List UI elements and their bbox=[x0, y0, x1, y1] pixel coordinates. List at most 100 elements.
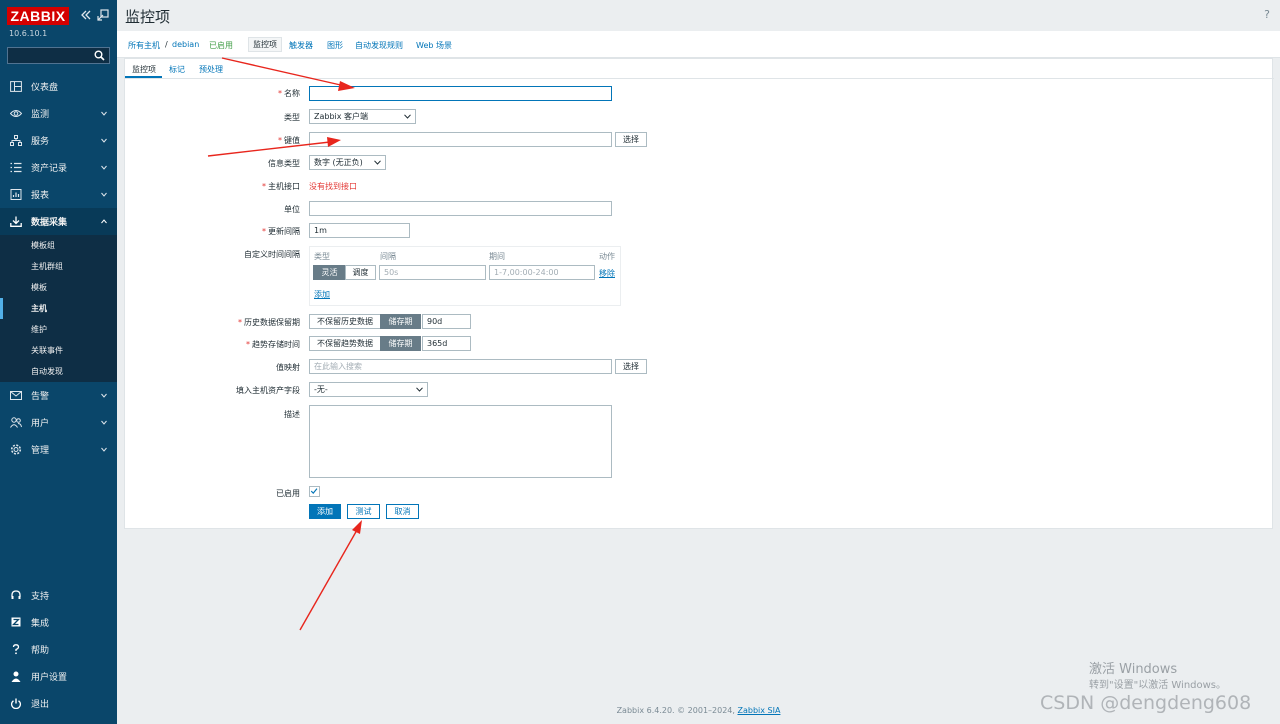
ci-col-period: 期间 bbox=[489, 252, 505, 261]
menu-item-users[interactable]: 用户 bbox=[0, 409, 117, 436]
submenu-maintenance[interactable]: 维护 bbox=[0, 319, 117, 340]
value-mapping-select-button[interactable]: 选择 bbox=[615, 359, 647, 374]
chevron-down-icon bbox=[416, 387, 423, 392]
dashboard-icon bbox=[10, 81, 22, 92]
cancel-button[interactable]: 取消 bbox=[386, 504, 419, 519]
users-icon bbox=[10, 417, 22, 428]
question-icon bbox=[12, 644, 20, 655]
enabled-checkbox[interactable] bbox=[309, 486, 320, 497]
menu-item-sign-out[interactable]: 退出 bbox=[0, 690, 117, 717]
ci-flexible-toggle[interactable]: 灵活 bbox=[313, 265, 346, 280]
submenu-hosts[interactable]: 主机 bbox=[0, 298, 117, 319]
tab-graphs[interactable]: 图形 bbox=[327, 40, 343, 51]
csdn-watermark: CSDN @dengdeng608 bbox=[1040, 692, 1252, 714]
menu-label: 数据采集 bbox=[31, 218, 68, 228]
power-icon bbox=[10, 698, 22, 709]
submenu-templates[interactable]: 模板 bbox=[0, 277, 117, 298]
submenu-host-groups[interactable]: 主机群组 bbox=[0, 256, 117, 277]
value-mapping-input[interactable]: 在此输入搜索 bbox=[309, 359, 612, 374]
footer-text: Zabbix 6.4.20. © 2001–2024, bbox=[616, 706, 735, 715]
submenu-template-groups[interactable]: 模板组 bbox=[0, 235, 117, 256]
chevron-up-icon bbox=[101, 219, 107, 224]
tab-web-scenarios[interactable]: Web 场景 bbox=[416, 40, 452, 51]
search-icon[interactable] bbox=[94, 50, 105, 61]
arrow-to-test-button bbox=[299, 520, 362, 631]
kiosk-mode-icon[interactable] bbox=[97, 9, 109, 21]
footer-link[interactable]: Zabbix SIA bbox=[737, 706, 780, 715]
history-period-input[interactable]: 90d bbox=[422, 314, 471, 329]
menu-item-data-collection[interactable]: 数据采集 bbox=[0, 208, 117, 235]
ci-col-type: 类型 bbox=[314, 252, 330, 261]
services-icon bbox=[10, 135, 22, 146]
trends-label: * 趋势存储时间 bbox=[246, 340, 300, 349]
menu-item-alerts[interactable]: 告警 bbox=[0, 382, 117, 409]
form-tab-item[interactable]: 监控项 bbox=[132, 64, 156, 75]
tab-discovery-rules[interactable]: 自动发现规则 bbox=[355, 40, 403, 51]
key-select-button[interactable]: 选择 bbox=[615, 132, 647, 147]
ci-add-link[interactable]: 添加 bbox=[314, 289, 330, 300]
update-interval-input[interactable]: 1m bbox=[309, 223, 410, 238]
history-no-keep-toggle[interactable]: 不保留历史数据 bbox=[309, 314, 381, 329]
trends-no-keep-toggle[interactable]: 不保留趋势数据 bbox=[309, 336, 381, 351]
tab-items[interactable]: 监控项 bbox=[248, 37, 282, 52]
headset-icon bbox=[11, 590, 21, 599]
type-select[interactable]: Zabbix 客户端 bbox=[309, 109, 416, 124]
report-icon bbox=[10, 189, 22, 200]
chevron-down-icon bbox=[101, 138, 107, 143]
menu-item-help[interactable]: 帮助 bbox=[0, 636, 117, 663]
menu-item-user-settings[interactable]: 用户设置 bbox=[0, 663, 117, 690]
menu-item-inventory[interactable]: 资产记录 bbox=[0, 154, 117, 181]
menu-item-integrations[interactable]: 集成 bbox=[0, 609, 117, 636]
inventory-field-select[interactable]: -无- bbox=[309, 382, 428, 397]
menu-item-support[interactable]: 支持 bbox=[0, 582, 117, 609]
ci-scheduling-toggle[interactable]: 调度 bbox=[345, 265, 376, 280]
menu-item-reports[interactable]: 报表 bbox=[0, 181, 117, 208]
item-form-panel: 监控项 标记 预处理 * 名称 类型 Zabbix 客户端 * 键值 选择 信息类型… bbox=[124, 58, 1274, 529]
host-status[interactable]: 已启用 bbox=[209, 40, 233, 51]
chevron-down-icon bbox=[101, 192, 107, 197]
key-input[interactable] bbox=[309, 132, 612, 147]
name-input[interactable] bbox=[309, 86, 612, 101]
breadcrumb-all-hosts[interactable]: 所有主机 bbox=[128, 40, 160, 51]
tab-triggers[interactable]: 触发器 bbox=[289, 40, 313, 51]
menu-label: 用户 bbox=[31, 419, 50, 429]
info-type-label: 信息类型 bbox=[268, 159, 300, 168]
form-tab-tags[interactable]: 标记 bbox=[169, 64, 185, 75]
menu-item-services[interactable]: 服务 bbox=[0, 127, 117, 154]
add-button[interactable]: 添加 bbox=[309, 504, 341, 519]
menu-item-dashboard[interactable]: 仪表盘 bbox=[0, 73, 117, 100]
description-textarea[interactable] bbox=[309, 405, 612, 478]
ci-remove-link[interactable]: 移除 bbox=[599, 268, 615, 279]
menu-label: 用户设置 bbox=[31, 673, 68, 683]
menu-item-monitoring[interactable]: 监测 bbox=[0, 100, 117, 127]
sidebar-search-input[interactable] bbox=[7, 47, 110, 64]
test-button[interactable]: 测试 bbox=[347, 504, 380, 519]
info-type-select[interactable]: 数字 (无正负) bbox=[309, 155, 386, 170]
trends-storage-toggle[interactable]: 储存期 bbox=[380, 336, 421, 351]
submenu-discovery[interactable]: 自动发现 bbox=[0, 361, 117, 382]
breadcrumb-host[interactable]: debian bbox=[172, 40, 199, 49]
ci-period-input[interactable]: 1-7,00:00-24:00 bbox=[489, 265, 595, 280]
history-storage-toggle[interactable]: 储存期 bbox=[380, 314, 421, 329]
envelope-icon bbox=[10, 391, 22, 400]
checkmark-icon bbox=[310, 488, 318, 494]
zabbix-logo[interactable]: ZABBIX bbox=[7, 7, 69, 25]
trends-period-input[interactable]: 365d bbox=[422, 336, 471, 351]
breadcrumb-separator: / bbox=[165, 40, 168, 49]
windows-activation-watermark: 激活 Windows bbox=[1089, 662, 1178, 677]
form-tabs: 监控项 标记 预处理 bbox=[125, 59, 1274, 79]
help-icon[interactable]: ? bbox=[1264, 8, 1270, 21]
units-input[interactable] bbox=[309, 201, 612, 216]
enabled-label: 已启用 bbox=[276, 489, 300, 498]
form-tab-preprocessing[interactable]: 预处理 bbox=[199, 64, 223, 75]
version: 10.6.10.1 bbox=[9, 29, 48, 38]
host-nav-bar: 所有主机 / debian 已启用 监控项 触发器 图形 自动发现规则 Web … bbox=[117, 31, 1280, 58]
inventory-field-label: 填入主机资产字段 bbox=[236, 386, 300, 395]
collapse-sidebar-icon[interactable] bbox=[80, 9, 92, 21]
submenu-event-correlation[interactable]: 关联事件 bbox=[0, 340, 117, 361]
menu-label: 退出 bbox=[31, 700, 50, 710]
chevron-down-icon bbox=[101, 393, 107, 398]
menu-item-administration[interactable]: 管理 bbox=[0, 436, 117, 463]
ci-interval-input[interactable]: 50s bbox=[379, 265, 486, 280]
description-label: 描述 bbox=[284, 410, 300, 419]
